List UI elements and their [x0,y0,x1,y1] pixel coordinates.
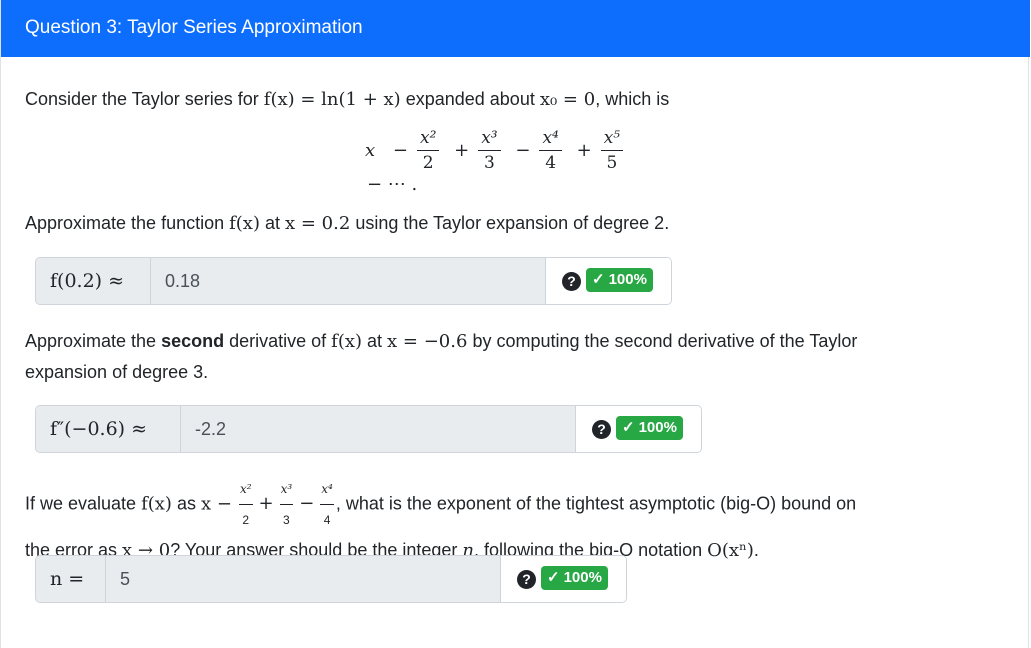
part3-expr-term-1: x² 2 [238,474,253,535]
part3-expr-term-1-num: x² [238,474,253,505]
part3-expr-op-2: + [258,493,274,515]
series-tail: − ⋯ . [367,173,418,195]
part1-input-group: f(0.2) ≈ 0.18 ? ✓ 100% [35,257,672,305]
part1-help-icon[interactable]: ? [562,272,581,291]
part1-middle: at [259,213,285,233]
part2-suffix: by computing the second derivative of th… [467,331,858,351]
part3-prefix: If we evaluate [25,493,142,514]
part3-input-group: n = 5 ? ✓ 100% [35,555,627,603]
series-term-3-num: x⁴ [539,128,562,151]
part3-help-icon[interactable]: ? [517,570,536,589]
part3-expr-op-3: − [299,493,315,515]
part3-status: ? ✓ 100% [501,556,626,602]
part3-text: If we evaluate f(x) as x − x² 2 + x³ 3− x⁴ 4 , … [25,474,856,566]
part2-input-group: f″(−0.6) ≈ -2.2 ? ✓ 100% [35,405,702,453]
part2-point: x = −0.6 [387,331,468,352]
series-term-2-num: x³ [478,128,501,151]
series-term-1: x² 2 [416,128,440,173]
part3-score-badge: ✓ 100% [541,566,608,590]
part2-function: f(x) [331,331,363,352]
part3-bigo: O(xⁿ) [707,540,754,561]
part3-suffix: , what is the exponent of the tightest a… [335,493,857,514]
part3-expr-lead: x − [200,493,232,515]
part2-help-icon[interactable]: ? [592,420,611,439]
part1-label: f(0.2) ≈ [36,258,151,304]
series-op-3: − [515,140,531,161]
part3-expr-term-3-den: 4 [323,513,331,527]
part2-middle: derivative of [224,331,332,351]
part1-function: f(x) [229,213,260,234]
part2-score-badge: ✓ 100% [616,416,683,440]
series-term-2: x³ 3 [478,128,501,173]
part3-expr-term-2: x³ 3 [279,474,294,535]
part2-bold: second [161,331,225,351]
part2-score: 100% [638,419,677,436]
part3-as: as [171,493,201,514]
part3-expr-term-3-num: x⁴ [320,474,334,505]
intro-function: f(x) = ln(1 + x) [263,89,401,110]
part1-suffix: using the Taylor expansion of degree 2. [350,213,670,233]
intro-middle: expanded about [400,89,540,109]
part3-line2-end: . [753,540,759,560]
part1-text: Approximate the function f(x) at x = 0.2… [25,208,669,239]
series-op-1: − [392,140,408,161]
part1-prefix: Approximate the function [25,213,230,233]
series-equation: x − x² 2 + x³ 3 − x⁴ 4 + x⁵ 5 − ⋯ . [361,128,681,195]
part2-text: Approximate the second derivative of f(x… [25,326,857,387]
part1-answer-input[interactable]: 0.18 [151,258,546,304]
series-lead: x [365,140,376,161]
series-op-2: + [454,140,470,161]
series-term-1-num: x² [416,128,440,151]
part3-label: n = [36,556,106,602]
series-term-4-num: x⁵ [600,128,624,151]
intro-suffix: , which is [595,89,670,109]
intro-text: Consider the Taylor series for f(x) = ln… [25,84,669,115]
part1-score: 100% [608,271,647,288]
part3-expr-term-1-den: 2 [242,513,250,527]
series-term-4-den: 5 [606,153,618,173]
part1-score-badge: ✓ 100% [586,268,653,292]
part2-answer-input[interactable]: -2.2 [181,406,576,452]
check-icon: ✓ [547,569,560,586]
series-op-4: + [576,140,592,161]
check-icon: ✓ [592,271,605,288]
part3-expr-term-2-den: 3 [283,513,290,527]
series-term-3: x⁴ 4 [539,128,562,173]
part3-function: f(x) [141,493,172,515]
check-icon: ✓ [622,419,635,436]
part3-answer-input[interactable]: 5 [106,556,501,602]
series-term-4: x⁵ 5 [600,128,624,173]
part2-line2: expansion of degree 3. [25,362,209,382]
series-term-1-den: 2 [422,153,434,173]
part2-label: f″(−0.6) ≈ [36,406,181,452]
part3-expr-term-3: x⁴ 4 [320,474,334,535]
part1-point: x = 0.2 [285,213,351,234]
series-term-3-den: 4 [545,153,557,173]
question-card: Question 3: Taylor Series Approximation … [0,0,1030,648]
part2-status: ? ✓ 100% [576,406,701,452]
question-title: Question 3: Taylor Series Approximation [25,17,363,38]
series-term-2-den: 3 [484,153,495,173]
intro-point: x₀ = 0 [539,89,596,110]
part2-at: at [362,331,388,351]
part1-status: ? ✓ 100% [546,258,671,304]
part3-expr-term-2-num: x³ [279,474,294,505]
intro-prefix: Consider the Taylor series for [25,89,264,109]
question-header: Question 3: Taylor Series Approximation [1,0,1030,57]
part2-prefix: Approximate the [25,331,162,351]
part3-score: 100% [563,569,602,586]
